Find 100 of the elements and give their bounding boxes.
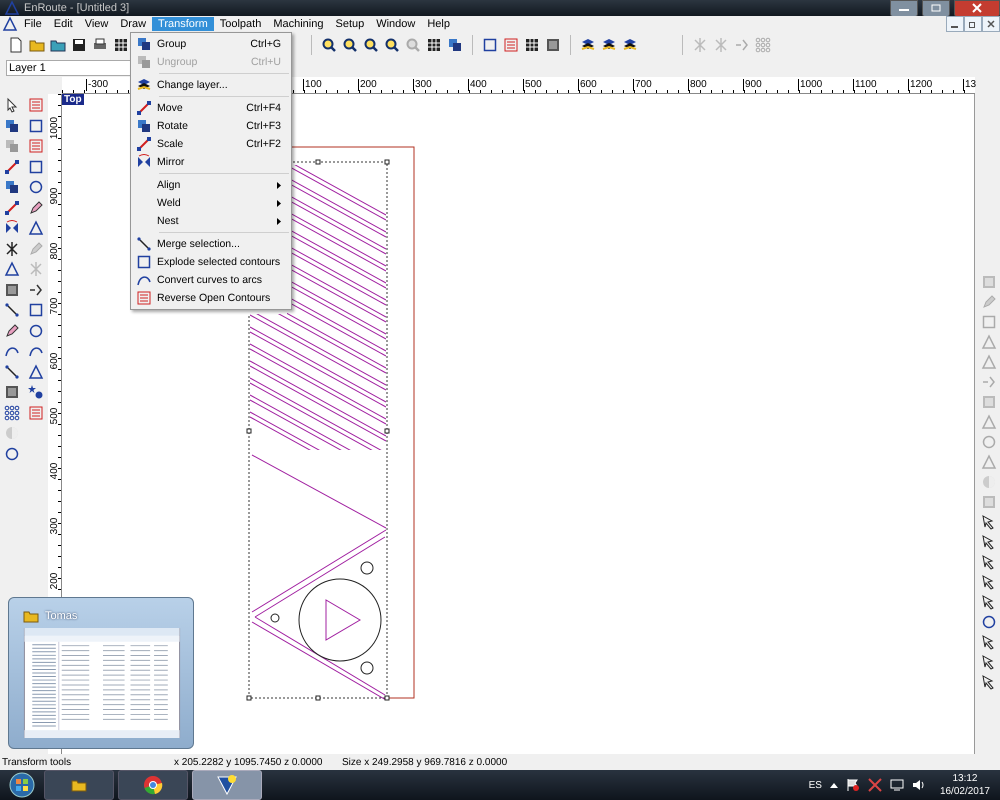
frame-icon[interactable] (545, 37, 561, 53)
rectangle-icon[interactable] (28, 158, 44, 174)
language-indicator[interactable]: ES (808, 780, 822, 790)
menu-bar-item[interactable]: File (18, 17, 48, 31)
menu-item[interactable]: Nest (133, 212, 289, 230)
ruler-label: 700 (49, 296, 61, 316)
submenu-arrow-icon (277, 182, 281, 188)
pencil-icon[interactable] (28, 200, 44, 216)
menu-item[interactable]: Move Ctrl+F4 (133, 99, 289, 117)
ruler-label: 600 (49, 352, 61, 372)
triangle-icon[interactable] (28, 220, 44, 236)
circle-icon[interactable] (4, 446, 20, 462)
restore-icon (969, 20, 977, 28)
cross-icon[interactable] (4, 240, 20, 256)
group-icon (136, 54, 152, 70)
circle-icon[interactable] (28, 322, 44, 338)
close-button[interactable] (954, 0, 1000, 16)
menu-bar-item[interactable]: Help (421, 17, 456, 31)
menu-item[interactable]: Change layer... (133, 76, 289, 94)
menu-bar-item[interactable]: Edit (48, 17, 79, 31)
ruler-label: 1200 (908, 79, 932, 91)
layer-field[interactable]: Layer 1 (6, 60, 132, 76)
menu-item[interactable]: Rotate Ctrl+F3 (133, 117, 289, 135)
group-icon[interactable] (4, 118, 20, 134)
network-icon[interactable] (890, 778, 904, 792)
speaker-icon[interactable] (912, 778, 926, 792)
menu-bar-item[interactable]: Toolpath (214, 17, 268, 31)
mirror-icon (136, 154, 152, 170)
flag-icon[interactable] (846, 778, 860, 792)
star-icon[interactable] (28, 384, 44, 400)
grid-icon[interactable] (113, 37, 129, 53)
dots-icon[interactable] (755, 37, 771, 53)
menu-item[interactable]: Reverse Open Contours (133, 289, 289, 307)
menu-item[interactable]: Mirror (133, 153, 289, 171)
menu-item[interactable]: Scale Ctrl+F2 (133, 135, 289, 153)
taskbar-button[interactable] (118, 770, 188, 800)
triangle-icon[interactable] (28, 364, 44, 380)
arrow-icon[interactable] (28, 282, 44, 298)
group-icon (136, 36, 152, 52)
circle-icon[interactable] (981, 614, 997, 630)
frame-icon[interactable] (4, 384, 20, 400)
layers-icon[interactable] (601, 37, 617, 53)
zoom-icon[interactable] (321, 37, 337, 53)
new-file-icon[interactable] (8, 37, 24, 53)
group-icon[interactable] (447, 37, 463, 53)
menu-item[interactable]: Group Ctrl+G (133, 35, 289, 53)
restore-button[interactable] (964, 16, 982, 32)
line-icon[interactable] (4, 364, 20, 380)
menu-bar-item[interactable]: Draw (114, 17, 152, 31)
move-icon[interactable] (4, 200, 20, 216)
dots-icon[interactable] (4, 404, 20, 420)
ruler-label: 400 (468, 79, 487, 91)
maximize-button[interactable] (922, 0, 950, 16)
close-button[interactable] (982, 16, 1000, 32)
zoom-icon[interactable] (384, 37, 400, 53)
menu-bar-item[interactable]: Setup (329, 17, 370, 31)
menu-item[interactable]: Convert curves to arcs (133, 271, 289, 289)
maximize-icon (931, 4, 941, 12)
rectangle-icon[interactable] (482, 37, 498, 53)
menu-bar-item[interactable]: Window (370, 17, 422, 31)
zoom-icon[interactable] (342, 37, 358, 53)
move-icon[interactable] (4, 158, 20, 174)
zoom-icon[interactable] (363, 37, 379, 53)
pencil-icon[interactable] (4, 322, 20, 338)
group-icon[interactable] (4, 179, 20, 195)
minimize-button[interactable] (890, 0, 918, 16)
ruler-label: -300 (86, 79, 108, 91)
rectangle-icon[interactable] (28, 302, 44, 318)
menu-item[interactable]: Explode selected contours (133, 253, 289, 271)
ruler-label: 300 (49, 516, 61, 536)
layers-icon[interactable] (622, 37, 638, 53)
list-icon[interactable] (28, 97, 44, 113)
taskbar-button[interactable] (44, 770, 114, 800)
menu-item[interactable]: Weld (133, 194, 289, 212)
line-icon[interactable] (4, 302, 20, 318)
rectangle-icon[interactable] (28, 118, 44, 134)
mirror-icon[interactable] (4, 220, 20, 236)
menu-bar-item[interactable]: Machining (267, 17, 330, 31)
save-icon[interactable] (71, 37, 87, 53)
list-icon[interactable] (503, 37, 519, 53)
triangle-icon[interactable] (4, 261, 20, 277)
list-icon[interactable] (28, 138, 44, 154)
ruler-label: 800 (688, 79, 707, 91)
menu-item[interactable]: Align (133, 176, 289, 194)
taskbar-button[interactable] (192, 770, 262, 800)
circle-icon[interactable] (28, 179, 44, 195)
caret-icon[interactable] (830, 781, 838, 789)
close-icon (972, 3, 982, 13)
minimize-button[interactable] (946, 16, 964, 32)
ruler-label: 800 (49, 242, 61, 262)
layers-icon[interactable] (580, 37, 596, 53)
list-icon[interactable] (28, 404, 44, 420)
menu-item[interactable]: Merge selection... (133, 235, 289, 253)
document-icon[interactable] (2, 16, 18, 32)
frame-icon[interactable] (4, 282, 20, 298)
grid-icon[interactable] (426, 37, 442, 53)
menu-bar-item[interactable]: View (78, 17, 114, 31)
grid-icon[interactable] (524, 37, 540, 53)
ruler-label: 300 (413, 79, 432, 91)
ruler-label: 400 (49, 462, 61, 482)
